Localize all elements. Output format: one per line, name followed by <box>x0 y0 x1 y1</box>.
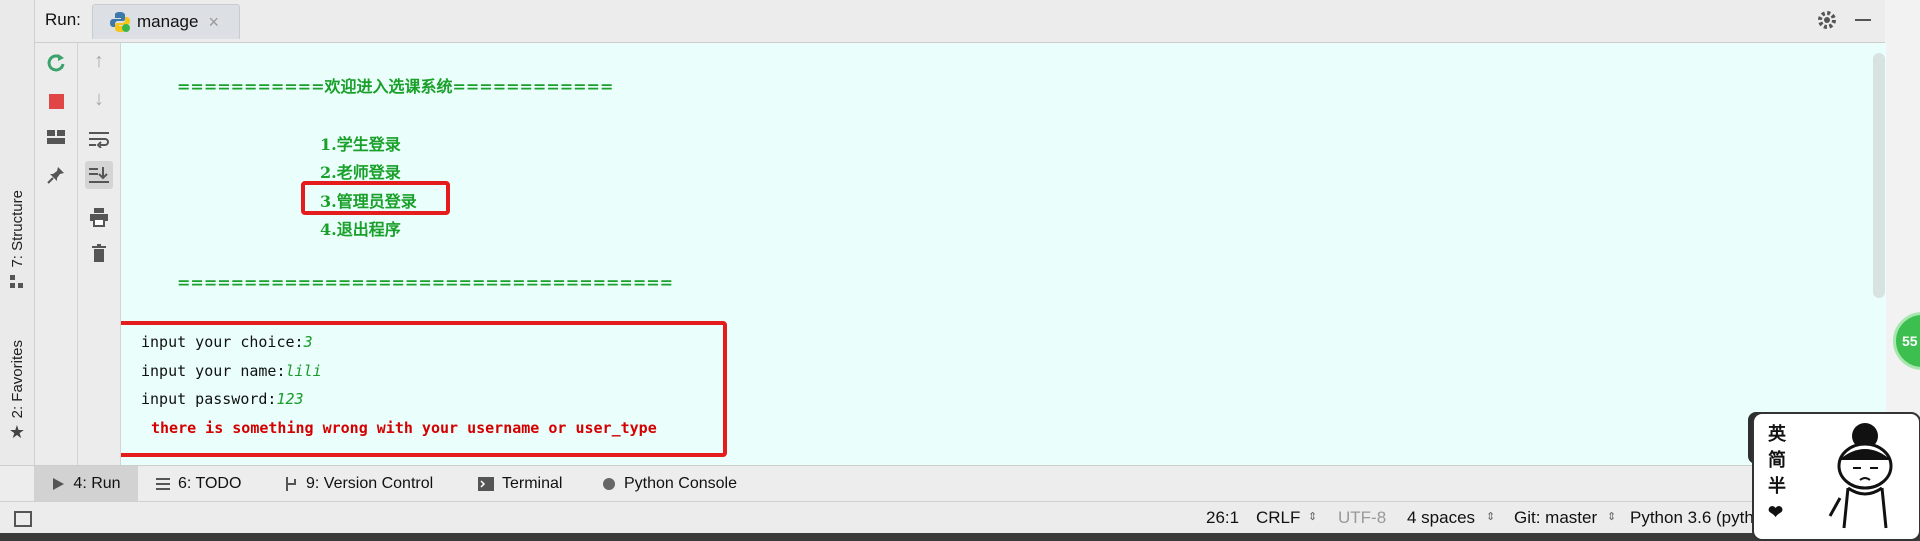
print-icon <box>90 208 108 227</box>
tab-todo[interactable]: 6: TODO <box>156 466 241 502</box>
tab-version-control[interactable]: 9: Version Control <box>284 466 433 502</box>
tab-manage[interactable]: manage × <box>92 4 240 39</box>
error-message: there is something wrong with your usern… <box>151 419 657 437</box>
indent-arrows-icon: ⇕ <box>1486 511 1496 523</box>
name-prompt: input your name: <box>141 362 286 380</box>
print-button[interactable] <box>85 203 113 231</box>
name-line: input your name:lili <box>141 362 322 380</box>
run-label: Run: <box>45 10 81 29</box>
arrow-up-icon: ↑ <box>94 49 104 72</box>
password-input: 123 <box>276 390 304 408</box>
password-prompt: input password: <box>141 390 277 408</box>
tab-manage-label: manage <box>137 12 199 31</box>
terminal-icon <box>478 477 494 491</box>
structure-tab[interactable]: 7: Structure <box>6 190 28 290</box>
structure-icon <box>10 274 23 288</box>
tab-todo-label: 6: TODO <box>178 475 242 492</box>
sticker-char-3: 半 <box>1768 476 1786 497</box>
trash-icon <box>92 244 106 262</box>
sticker-text: 英 简 半 ❤ <box>1768 422 1786 526</box>
line-separator-arrows-icon: ⇕ <box>1308 511 1318 523</box>
tab-python-console-label: Python Console <box>624 475 737 492</box>
notification-badge[interactable]: 55 <box>1893 312 1920 370</box>
run-tool-header: Run: manage × <box>35 0 1885 43</box>
favorites-tab[interactable]: 2: Favorites ★ <box>6 340 28 443</box>
password-line: input password:123 <box>141 390 304 408</box>
git-branch[interactable]: Git: master <box>1514 508 1597 528</box>
tab-version-control-label: 9: Version Control <box>306 475 434 492</box>
scroll-down-button[interactable]: ↓ <box>85 85 113 113</box>
python-icon <box>110 12 130 32</box>
caret-position[interactable]: 26:1 <box>1206 508 1239 528</box>
star-icon: ★ <box>8 422 26 443</box>
stop-button[interactable] <box>42 87 70 115</box>
layout-button[interactable] <box>42 123 70 151</box>
clear-all-button[interactable] <box>85 239 113 267</box>
tab-terminal-label: Terminal <box>502 475 563 492</box>
git-arrows-icon: ⇕ <box>1607 511 1617 523</box>
sticker-overlay: 英 简 半 ❤ <box>1752 412 1920 541</box>
pin-icon <box>47 167 64 184</box>
banner-top: ===========欢迎进入选课系统============ <box>177 77 614 96</box>
tool-window-bar: 4: Run 6: TODO 9: Version Control Termin… <box>0 465 1920 502</box>
arrow-down-icon: ↓ <box>94 87 104 110</box>
choice-line: input your choice:3 <box>141 333 313 351</box>
rerun-button[interactable] <box>42 49 70 77</box>
menu-item-1: 1.学生登录 <box>320 135 401 154</box>
status-bar: 26:1 CRLF ⇕ UTF-8 4 spaces ⇕ Git: master… <box>0 501 1920 534</box>
close-icon[interactable]: × <box>208 12 219 33</box>
scroll-to-end-button[interactable] <box>85 161 113 189</box>
name-input: lili <box>285 362 322 380</box>
soft-wrap-icon <box>89 132 109 148</box>
run-icon <box>51 477 65 491</box>
gear-icon <box>1818 11 1836 29</box>
sticker-char-1: 英 <box>1768 424 1786 445</box>
heart-icon: ❤ <box>1768 502 1784 523</box>
branch-icon <box>284 476 298 492</box>
window-bottom-edge <box>0 533 1920 541</box>
tab-python-console[interactable]: Python Console <box>602 466 737 502</box>
indent-setting[interactable]: 4 spaces <box>1407 508 1475 528</box>
highlight-box-admin-login <box>301 181 450 215</box>
choice-input: 3 <box>303 333 313 351</box>
structure-tab-label: 7: Structure <box>8 190 26 268</box>
file-encoding: UTF-8 <box>1338 508 1387 527</box>
soft-wrap-button[interactable] <box>85 125 113 153</box>
python-interpreter[interactable]: Python 3.6 (pyth <box>1630 508 1754 528</box>
cartoon-face-icon <box>1828 423 1893 529</box>
run-toolbar-secondary: ↑ ↓ <box>78 43 121 465</box>
minimize-icon[interactable] <box>1855 19 1871 21</box>
console-scrollbar[interactable] <box>1873 53 1885 298</box>
python-console-icon <box>602 477 616 491</box>
scroll-to-end-icon <box>89 167 109 183</box>
toggle-tool-windows-icon[interactable] <box>14 511 32 527</box>
stop-icon <box>48 93 64 109</box>
tab-run-label: 4: Run <box>73 475 121 492</box>
badge-value: 55 <box>1902 333 1918 349</box>
sticker-char-2: 简 <box>1768 450 1786 471</box>
settings-gear-button[interactable] <box>1817 10 1837 35</box>
banner-bottom: ===================================== <box>177 273 674 292</box>
layout-icon <box>47 130 65 144</box>
scroll-up-button[interactable]: ↑ <box>85 47 113 75</box>
tab-terminal[interactable]: Terminal <box>478 466 562 502</box>
todo-list-icon <box>156 478 170 490</box>
line-separator[interactable]: CRLF <box>1256 508 1300 528</box>
menu-item-4: 4.退出程序 <box>320 220 401 239</box>
menu-item-2: 2.老师登录 <box>320 163 401 182</box>
run-toolbar-primary <box>35 43 78 465</box>
favorites-tab-label: 2: Favorites <box>8 340 26 419</box>
left-tool-strip: 7: Structure 2: Favorites ★ <box>0 0 35 465</box>
choice-prompt: input your choice: <box>141 333 304 351</box>
tab-run[interactable]: 4: Run <box>34 466 138 502</box>
console-output[interactable]: ===========欢迎进入选课系统============ 1.学生登录 2… <box>121 43 1886 465</box>
rerun-icon <box>47 54 65 72</box>
pin-button[interactable] <box>42 161 70 189</box>
